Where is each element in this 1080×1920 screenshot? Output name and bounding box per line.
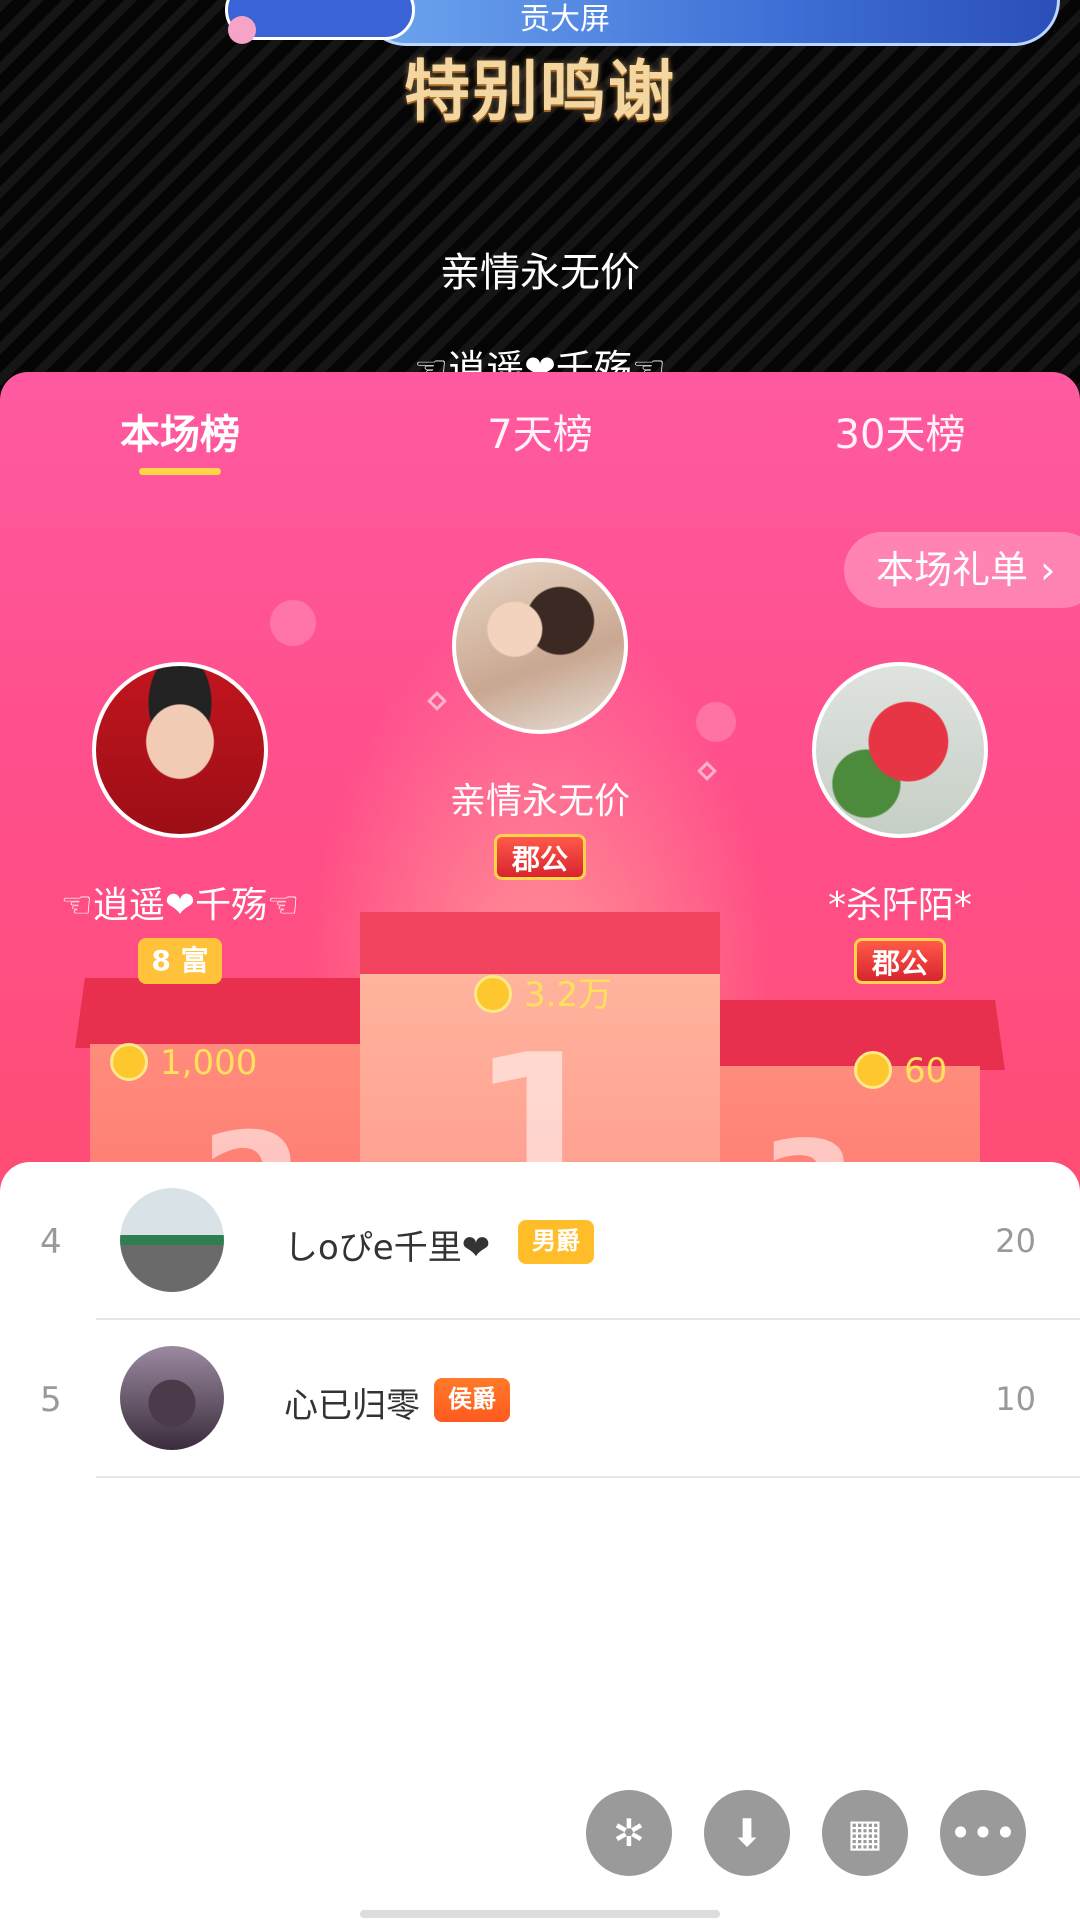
bubble-decoration: [270, 600, 316, 646]
avatar-first[interactable]: [452, 558, 628, 734]
list-item-rank: 4: [40, 1222, 62, 1262]
score-second: 1,000: [110, 1040, 257, 1086]
coin-icon: [854, 1050, 892, 1089]
avatar-third[interactable]: [812, 662, 988, 838]
name-second[interactable]: ☜逍遥❤千殇☜: [20, 876, 340, 928]
divider: [96, 1476, 1080, 1478]
list-item-badge: 男爵: [518, 1220, 594, 1264]
tab-active-indicator: [139, 468, 221, 475]
avatar[interactable]: [120, 1188, 224, 1292]
avatar-second[interactable]: [92, 662, 268, 838]
action-bar: ✲ ⬇ ▦ •••: [586, 1790, 1046, 1876]
name-first[interactable]: 亲情永无价: [380, 772, 700, 824]
tab-7-days[interactable]: 7天榜: [440, 402, 640, 460]
score-second-value: 1,000: [160, 1043, 258, 1083]
gift-list-button[interactable]: 本场礼单 ›: [844, 532, 1080, 608]
tab-30-days[interactable]: 30天榜: [800, 402, 1000, 460]
podium-third-top: [695, 1000, 1005, 1070]
score-first: 3.2万: [474, 972, 612, 1018]
leaderboard-tabs: 本场榜 7天榜 30天榜: [0, 402, 1080, 472]
more-icon[interactable]: •••: [940, 1790, 1026, 1876]
list-item-name: 心已归零: [284, 1386, 420, 1426]
tab-current-session[interactable]: 本场榜: [80, 402, 280, 460]
badge-third: 郡公: [854, 938, 946, 984]
score-third-value: 60: [904, 1051, 948, 1091]
badge-first: 郡公: [494, 834, 586, 880]
podium-second-top: [75, 978, 385, 1048]
bubble-decoration: [696, 702, 736, 742]
list-item-rank: 5: [40, 1380, 62, 1420]
thanks-line-1: 亲情永无价: [440, 250, 640, 296]
coin-icon: [110, 1042, 148, 1081]
banner-text: 贡大屏: [520, 2, 610, 37]
badge-second: 8 富: [138, 938, 222, 984]
special-thanks-title: 特别鸣谢: [404, 53, 676, 130]
download-icon[interactable]: ⬇: [704, 1790, 790, 1876]
pinwheel-icon[interactable]: ✲: [586, 1790, 672, 1876]
grid-icon[interactable]: ▦: [822, 1790, 908, 1876]
score-first-value: 3.2万: [524, 975, 613, 1015]
name-third[interactable]: *杀阡陌*: [740, 876, 1060, 928]
list-item-badge: 侯爵: [434, 1378, 510, 1422]
list-item-score: 20: [995, 1222, 1036, 1260]
home-indicator: [360, 1910, 720, 1918]
list-item[interactable]: 4 しoぴe千里❤ 男爵 20: [0, 1162, 1080, 1320]
list-item-score: 10: [995, 1380, 1036, 1418]
score-third: 60: [854, 1048, 947, 1094]
coin-icon: [474, 974, 512, 1013]
list-item-name: しoぴe千里❤: [284, 1228, 491, 1268]
avatar[interactable]: [120, 1346, 224, 1450]
list-item[interactable]: 5 心已归零 侯爵 10: [0, 1320, 1080, 1478]
